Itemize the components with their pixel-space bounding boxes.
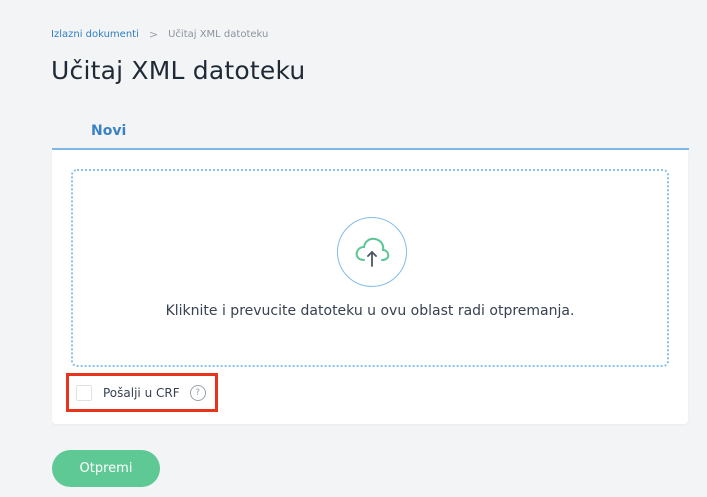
tab-novi[interactable]: Novi: [91, 123, 126, 139]
breadcrumb-current: Učitaj XML datoteku: [168, 29, 269, 40]
cloud-upload-icon: [337, 217, 407, 287]
breadcrumb-separator: >: [148, 28, 159, 41]
send-to-crf-option: Pošalji u CRF ?: [66, 373, 218, 412]
submit-button[interactable]: Otpremi: [52, 450, 160, 487]
upload-card: Kliknite i prevucite datoteku u ovu obla…: [52, 150, 688, 424]
dropzone-instructions: Kliknite i prevucite datoteku u ovu obla…: [165, 303, 575, 319]
file-dropzone[interactable]: Kliknite i prevucite datoteku u ovu obla…: [71, 169, 669, 367]
help-icon[interactable]: ?: [189, 384, 206, 401]
breadcrumb: Izlazni dokumenti > Učitaj XML datoteku: [51, 28, 268, 41]
send-to-crf-label[interactable]: Pošalji u CRF: [103, 386, 180, 400]
page-title: Učitaj XML datoteku: [51, 56, 306, 85]
send-to-crf-checkbox[interactable]: [76, 384, 92, 401]
breadcrumb-link-izlazni-dokumenti[interactable]: Izlazni dokumenti: [51, 29, 139, 40]
